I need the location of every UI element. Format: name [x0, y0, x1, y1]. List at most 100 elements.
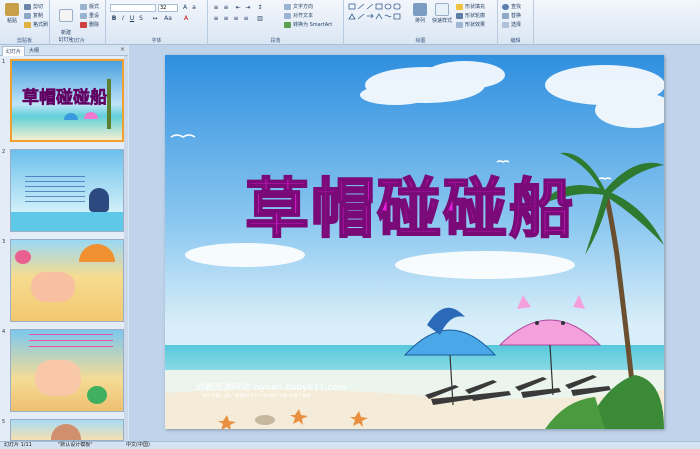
slide-thumbnail[interactable]: [10, 149, 124, 232]
delete-button[interactable]: 删除: [80, 21, 99, 28]
format-painter-button[interactable]: 格式刷: [24, 21, 48, 28]
paste-button[interactable]: 粘贴: [2, 3, 22, 24]
italic-button[interactable]: I: [119, 15, 127, 23]
columns-button[interactable]: ▥: [256, 15, 264, 23]
justify-button[interactable]: ≡: [242, 15, 250, 23]
shape-fill-button[interactable]: 形状填充: [456, 3, 485, 10]
slide-thumbnail[interactable]: 草帽碰碰船: [10, 59, 124, 142]
close-icon[interactable]: ×: [120, 46, 125, 53]
underline-button[interactable]: U: [128, 15, 136, 23]
palm-tree-icon: [107, 79, 111, 129]
slide-counter: 幻灯片 1/11: [4, 442, 32, 448]
quick-styles-button[interactable]: 快速样式: [430, 3, 454, 24]
align-text-button[interactable]: 对齐文本: [284, 12, 313, 19]
layout-button[interactable]: 版式: [80, 3, 99, 10]
thumbnail-number: 1: [2, 59, 6, 65]
delete-icon: [80, 21, 87, 28]
panel-scrollbar[interactable]: [124, 56, 128, 441]
align-right-button[interactable]: ≡: [232, 15, 240, 23]
thumbnail-text-block: [25, 176, 85, 202]
select-icon: [502, 21, 509, 28]
grow-font-button[interactable]: A: [181, 4, 189, 12]
umbrella-icon: [84, 112, 98, 119]
find-button[interactable]: 查找: [502, 3, 521, 10]
text-direction-button[interactable]: 文字方向: [284, 3, 313, 10]
thumbnail-number: 3: [2, 239, 6, 245]
thumbnail-number: 2: [2, 149, 6, 155]
arrange-icon: [413, 3, 427, 16]
umbrella-icon: [64, 113, 78, 120]
align-left-button[interactable]: ≡: [212, 15, 220, 23]
bold-button[interactable]: B: [110, 15, 118, 23]
clipboard-group: 粘贴 剪切 复制 格式刷 剪贴板: [0, 0, 50, 45]
replace-button[interactable]: 替换: [502, 12, 521, 19]
numbering-button[interactable]: ≡: [222, 4, 230, 12]
effects-icon: [456, 21, 463, 28]
status-bar: 幻灯片 1/11 "默认设计模板" 中文(中国): [0, 441, 700, 449]
thumbnail-water: [11, 212, 123, 231]
quick-styles-icon: [435, 3, 449, 16]
slide-canvas[interactable]: 草帽碰碰船 幼教资源网站 ziyuan.baby611.com 课件下载 儿歌、…: [165, 55, 664, 429]
align-center-button[interactable]: ≡: [222, 15, 230, 23]
cut-button[interactable]: 剪切: [24, 3, 43, 10]
arrange-button[interactable]: 排列: [410, 3, 430, 24]
slides-label: 幻灯片: [69, 38, 85, 44]
shell-icon: [255, 415, 275, 425]
tab-outline[interactable]: 大纲: [26, 46, 42, 56]
case-button[interactable]: Aa: [164, 15, 172, 23]
strike-button[interactable]: S: [137, 15, 145, 23]
drawing-group: 排列 快速样式 形状填充 形状轮廓 形状效果 绘图: [344, 0, 498, 45]
scissors-icon: [24, 3, 31, 10]
thumbnail-text-block: [29, 334, 113, 352]
outline-icon: [456, 12, 463, 19]
thumbnail-character: [15, 250, 31, 264]
slide-title[interactable]: 草帽碰碰船: [225, 158, 595, 250]
smartart-button[interactable]: 转换为 SmartArt: [284, 21, 332, 28]
brush-icon: [24, 21, 31, 28]
select-button[interactable]: 选择: [502, 21, 521, 28]
thumbnail-character: [31, 272, 75, 302]
reset-button[interactable]: 重设: [80, 12, 99, 19]
tab-slides[interactable]: 幻灯片: [2, 46, 26, 56]
shape-outline-button[interactable]: 形状轮廓: [456, 12, 485, 19]
decrease-indent-button[interactable]: ⇤: [234, 4, 242, 12]
shapes-gallery[interactable]: [347, 2, 409, 28]
site-subcaption: 课件下载 儿歌、故事MP3 FLASH课件下载 试卷下载等: [202, 394, 312, 399]
thumbnail-number: 5: [2, 419, 6, 425]
fill-icon: [456, 3, 463, 10]
paragraph-group: ≡ ≡ ⇤ ⇥ ↕ ≡ ≡ ≡ ≡ ▥ 文字方向 对齐文本 转换为 SmartA…: [208, 0, 344, 45]
text-direction-icon: [284, 3, 291, 10]
clipboard-label: 剪贴板: [16, 38, 32, 44]
language-status: 中文(中国): [126, 442, 150, 448]
find-icon: [502, 3, 509, 10]
paragraph-label: 段落: [270, 38, 281, 44]
bullets-button[interactable]: ≡: [212, 4, 220, 12]
shape-effects-button[interactable]: 形状效果: [456, 21, 485, 28]
line-spacing-button[interactable]: ↕: [256, 4, 264, 12]
increase-indent-button[interactable]: ⇥: [244, 4, 252, 12]
shrink-font-button[interactable]: a: [190, 4, 198, 12]
slide-thumbnail[interactable]: [10, 419, 124, 441]
slide-editor: 草帽碰碰船 幼教资源网站 ziyuan.baby611.com 课件下载 儿歌、…: [129, 45, 700, 441]
slides-panel: 幻灯片 大纲 × 1 草帽碰碰船 2 3 4 5: [0, 45, 128, 441]
thumbnail-number: 4: [2, 329, 6, 335]
layout-icon: [80, 3, 87, 10]
copy-icon: [24, 12, 31, 19]
site-caption: 幼教资源网站 ziyuan.baby611.com: [196, 383, 347, 393]
slides-group: 新建 幻灯片 版式 重设 删除 幻灯片: [50, 0, 106, 45]
spacing-button[interactable]: ↔: [151, 15, 159, 23]
slide-thumbnail[interactable]: [10, 239, 124, 322]
align-text-icon: [284, 12, 291, 19]
font-size-combo[interactable]: 32: [158, 4, 178, 12]
penguin-icon: [89, 188, 109, 212]
new-slide-icon: [59, 9, 73, 22]
slide-thumbnail[interactable]: [10, 329, 124, 412]
font-color-button[interactable]: A: [182, 15, 190, 23]
thumbnail-character: [51, 424, 81, 440]
editing-group: 查找 替换 选择 编辑: [498, 0, 534, 45]
copy-button[interactable]: 复制: [24, 12, 43, 19]
smartart-icon: [284, 21, 291, 28]
font-name-combo[interactable]: [110, 4, 156, 12]
theme-name: "默认设计模板": [58, 442, 93, 448]
font-group: 32 A a B I U S ↔ Aa A 字体: [106, 0, 208, 45]
